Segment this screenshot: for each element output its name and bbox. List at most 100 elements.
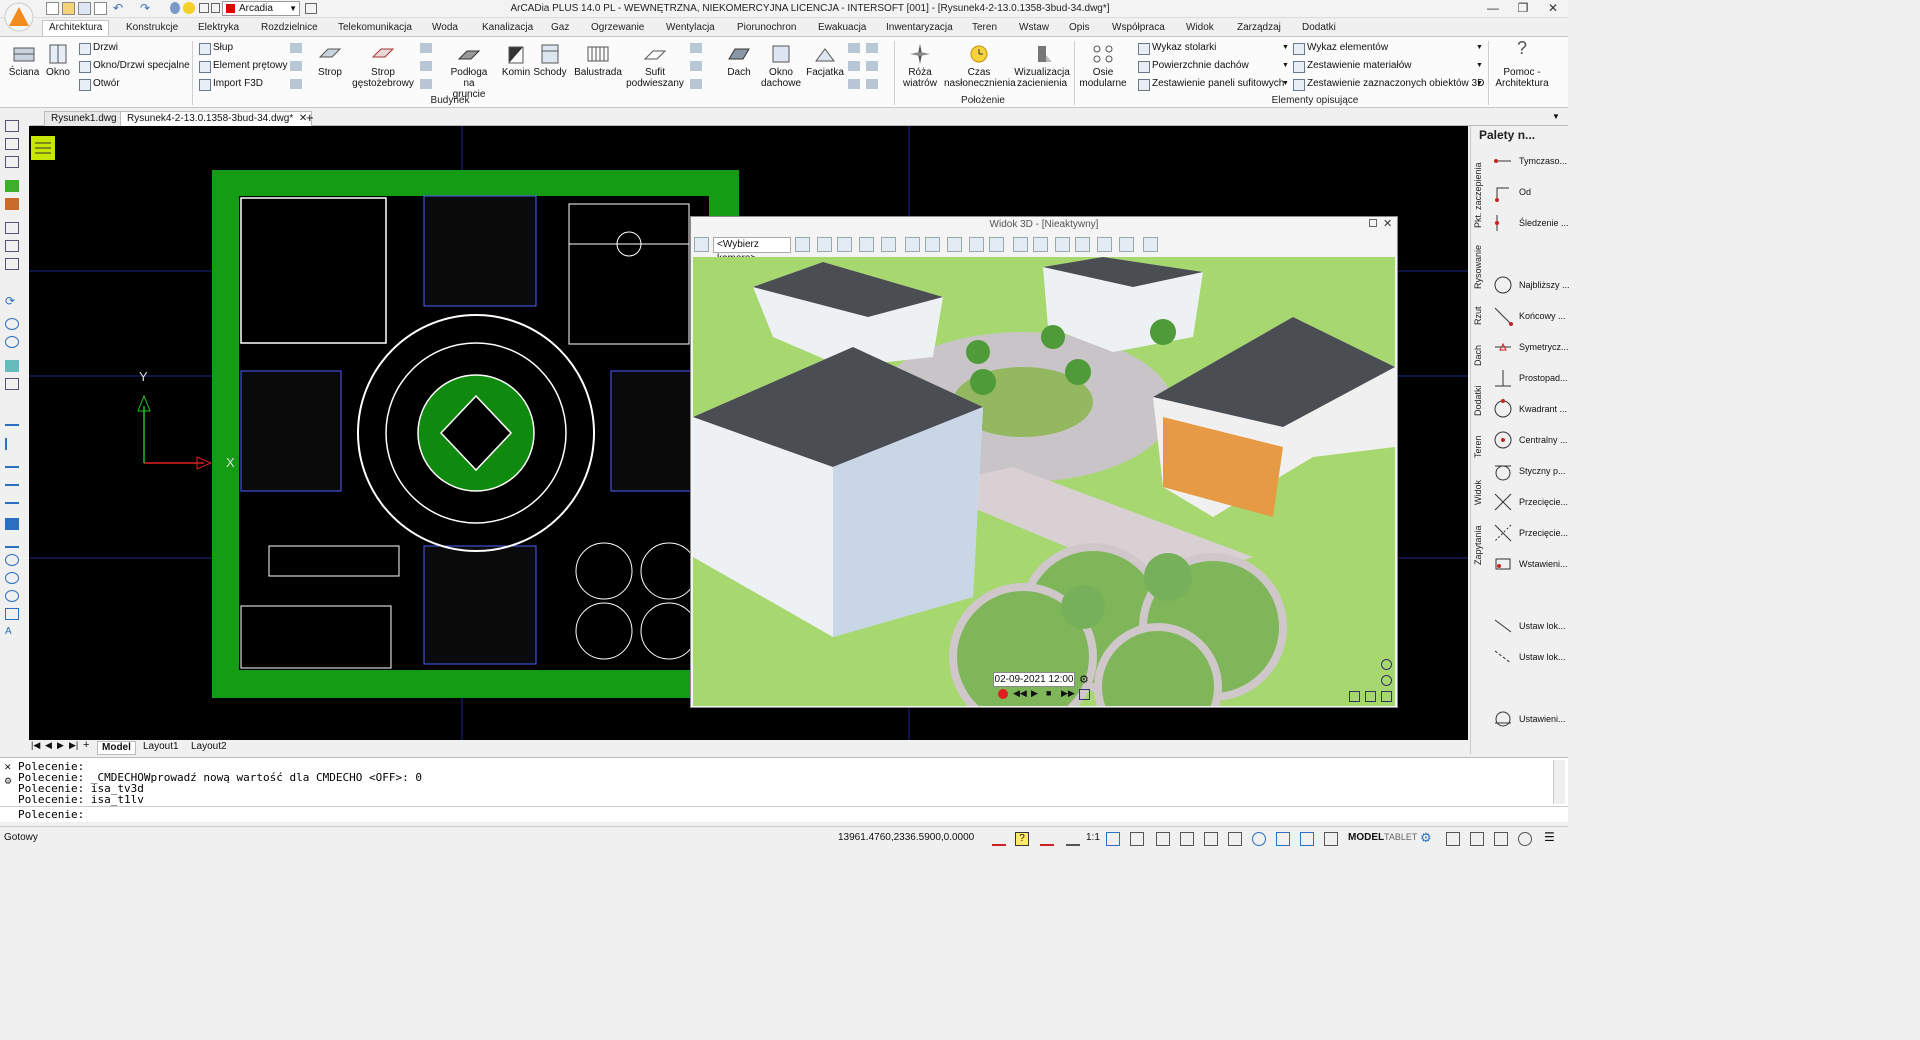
view3d-window[interactable]: Widok 3D - [Nieaktywny] ✕ <Wybierz kamer… bbox=[690, 216, 1398, 708]
print-icon[interactable] bbox=[969, 237, 984, 252]
chevron-down-icon[interactable]: ▼ bbox=[1476, 44, 1483, 51]
chevron-down-icon[interactable]: ▼ bbox=[1282, 62, 1289, 69]
offset-icon[interactable] bbox=[5, 456, 19, 468]
grid-icon[interactable] bbox=[290, 61, 302, 71]
schody-button[interactable]: Schody bbox=[532, 43, 568, 78]
prev-page-icon[interactable]: ◀ bbox=[45, 740, 52, 751]
restore-button[interactable]: ❐ bbox=[1508, 1, 1538, 17]
grid-icon[interactable] bbox=[5, 222, 19, 234]
tool-icon[interactable] bbox=[690, 79, 702, 89]
chevron-down-icon[interactable]: ▼ bbox=[1476, 62, 1483, 69]
last-page-icon[interactable]: ▶| bbox=[69, 740, 78, 751]
tab-teren[interactable]: Teren bbox=[966, 21, 1003, 36]
zestawienie-zaznaczonych-button[interactable]: Zestawienie zaznaczonych obiektów 3D bbox=[1293, 78, 1484, 91]
3d-icon[interactable] bbox=[1119, 237, 1134, 252]
powierzchnie-dachow-button[interactable]: Powierzchnie dachów bbox=[1138, 60, 1249, 73]
beam-icon[interactable] bbox=[290, 43, 302, 53]
annotation-icon[interactable] bbox=[1106, 832, 1120, 846]
vtab-rysowanie[interactable]: Rysowanie bbox=[1473, 241, 1487, 293]
move-icon[interactable] bbox=[5, 474, 19, 486]
roza-wiatrow-button[interactable]: Róża wiatrów bbox=[898, 43, 942, 89]
snap-midpoint[interactable]: Symetrycz... bbox=[1489, 333, 1569, 361]
layout-icon[interactable] bbox=[1494, 832, 1508, 846]
model-toggle[interactable]: MODEL bbox=[1348, 832, 1384, 843]
play-icon[interactable]: ▶ bbox=[1031, 688, 1038, 699]
green-layer-icon[interactable] bbox=[5, 180, 19, 192]
snap-nearest[interactable]: Najbliższy ... bbox=[1489, 271, 1569, 299]
tab-wspolpraca[interactable]: Współpraca bbox=[1106, 21, 1171, 36]
light-icon[interactable] bbox=[795, 237, 810, 252]
command-scrollbar[interactable] bbox=[1553, 760, 1565, 804]
zoom-icon[interactable] bbox=[5, 318, 19, 330]
rewind-icon[interactable]: ◀◀ bbox=[1013, 688, 1027, 699]
snap-center[interactable]: Centralny ... bbox=[1489, 426, 1569, 454]
tab-telekomunikacja[interactable]: Telekomunikacja bbox=[332, 21, 418, 36]
list-icon[interactable] bbox=[290, 79, 302, 89]
close-button[interactable]: ✕ bbox=[1538, 1, 1568, 17]
lock-icon[interactable] bbox=[199, 3, 209, 13]
camera-select[interactable]: <Wybierz kamerę> bbox=[713, 237, 791, 264]
3d-render-view[interactable]: 02-09-2021 12:00 ⚙ ◀◀ ▶ ■ ▶▶ bbox=[693, 257, 1395, 706]
vtab-widok[interactable]: Widok bbox=[1473, 476, 1487, 508]
stop-icon[interactable]: ■ bbox=[1046, 688, 1051, 698]
circle-icon[interactable] bbox=[5, 554, 19, 566]
table-icon[interactable] bbox=[5, 156, 19, 168]
maximize-icon[interactable] bbox=[1369, 219, 1377, 227]
chevron-down-icon[interactable]: ▼ bbox=[1282, 80, 1289, 87]
selection-icon[interactable] bbox=[1324, 832, 1338, 846]
snap-grid-icon[interactable] bbox=[1204, 832, 1218, 846]
next-page-icon[interactable]: ▶ bbox=[57, 740, 64, 751]
material-icon[interactable] bbox=[5, 198, 19, 210]
menu-icon[interactable]: ☰ bbox=[1544, 830, 1555, 844]
lock-icon[interactable] bbox=[1156, 832, 1170, 846]
vtab-dodatki[interactable]: Dodatki bbox=[1473, 382, 1487, 420]
osnap-icon[interactable] bbox=[1228, 832, 1242, 846]
clip-icon[interactable] bbox=[1143, 237, 1158, 252]
tab-kanalizacja[interactable]: Kanalizacja bbox=[476, 21, 539, 36]
okno-dachowe-button[interactable]: Okno dachowe bbox=[760, 43, 802, 89]
layout-tab-model[interactable]: Model bbox=[97, 741, 136, 755]
tab-rozdzielnice[interactable]: Rozdzielnice bbox=[255, 21, 324, 36]
railing-icon[interactable] bbox=[420, 79, 432, 89]
measure-icon[interactable] bbox=[5, 258, 19, 270]
close-icon[interactable]: ✕ bbox=[4, 762, 12, 773]
viewport-icon[interactable] bbox=[1470, 832, 1484, 846]
open-folder-icon[interactable] bbox=[62, 2, 75, 15]
zoom-window-icon[interactable] bbox=[5, 336, 19, 348]
snap-insertion[interactable]: Wstawieni... bbox=[1489, 550, 1569, 578]
vtab-zapytania[interactable]: Zapytania bbox=[1473, 522, 1487, 568]
save-icon[interactable] bbox=[78, 2, 91, 15]
add-tab-icon[interactable]: + bbox=[306, 110, 314, 125]
tool-icon[interactable] bbox=[866, 79, 878, 89]
tool-icon[interactable] bbox=[866, 43, 878, 53]
sciana-button[interactable]: Ściana bbox=[6, 43, 42, 78]
refresh-icon[interactable]: ⟳ bbox=[5, 294, 19, 308]
vtab-teren[interactable]: Teren bbox=[1473, 432, 1487, 462]
snap-tangent[interactable]: Styczny p... bbox=[1489, 457, 1569, 485]
arc-icon[interactable] bbox=[5, 536, 19, 548]
tab-zarzadzaj[interactable]: Zarządzaj bbox=[1231, 21, 1287, 36]
print-icon[interactable] bbox=[94, 2, 107, 15]
doc-tab-rysunek4[interactable]: Rysunek4-2-13.0.1358-3bud-34.dwg* ✕ bbox=[120, 111, 313, 126]
snap-perpendicular[interactable]: Prostopad... bbox=[1489, 364, 1569, 392]
text-icon[interactable]: A bbox=[5, 626, 19, 638]
forward-icon[interactable]: ▶▶ bbox=[1061, 688, 1075, 699]
view-icon[interactable] bbox=[5, 378, 19, 390]
pomoc-button[interactable]: ? Pomoc - Architektura bbox=[1490, 39, 1554, 89]
tool-icon[interactable] bbox=[848, 61, 860, 71]
tab-piorunochron[interactable]: Piorunochron bbox=[731, 21, 802, 36]
settings-icon[interactable] bbox=[1033, 237, 1048, 252]
section-icon[interactable] bbox=[1013, 237, 1028, 252]
sufit-button[interactable]: Sufit podwieszany bbox=[624, 43, 686, 89]
snap-icon[interactable] bbox=[992, 832, 1006, 846]
camera-icon[interactable] bbox=[694, 237, 709, 252]
render-icon[interactable] bbox=[859, 237, 874, 252]
snap-from[interactable]: Od bbox=[1489, 178, 1569, 206]
copy-icon[interactable] bbox=[5, 492, 19, 504]
first-page-icon[interactable]: |◀ bbox=[31, 740, 40, 751]
texture-icon[interactable] bbox=[881, 237, 896, 252]
doc-tab-rysunek1[interactable]: Rysunek1.dwg bbox=[44, 111, 124, 126]
snap-intersection[interactable]: Przecięcie... bbox=[1489, 488, 1569, 516]
sun-icon[interactable] bbox=[183, 2, 195, 14]
pan-view-icon[interactable] bbox=[1365, 691, 1376, 702]
